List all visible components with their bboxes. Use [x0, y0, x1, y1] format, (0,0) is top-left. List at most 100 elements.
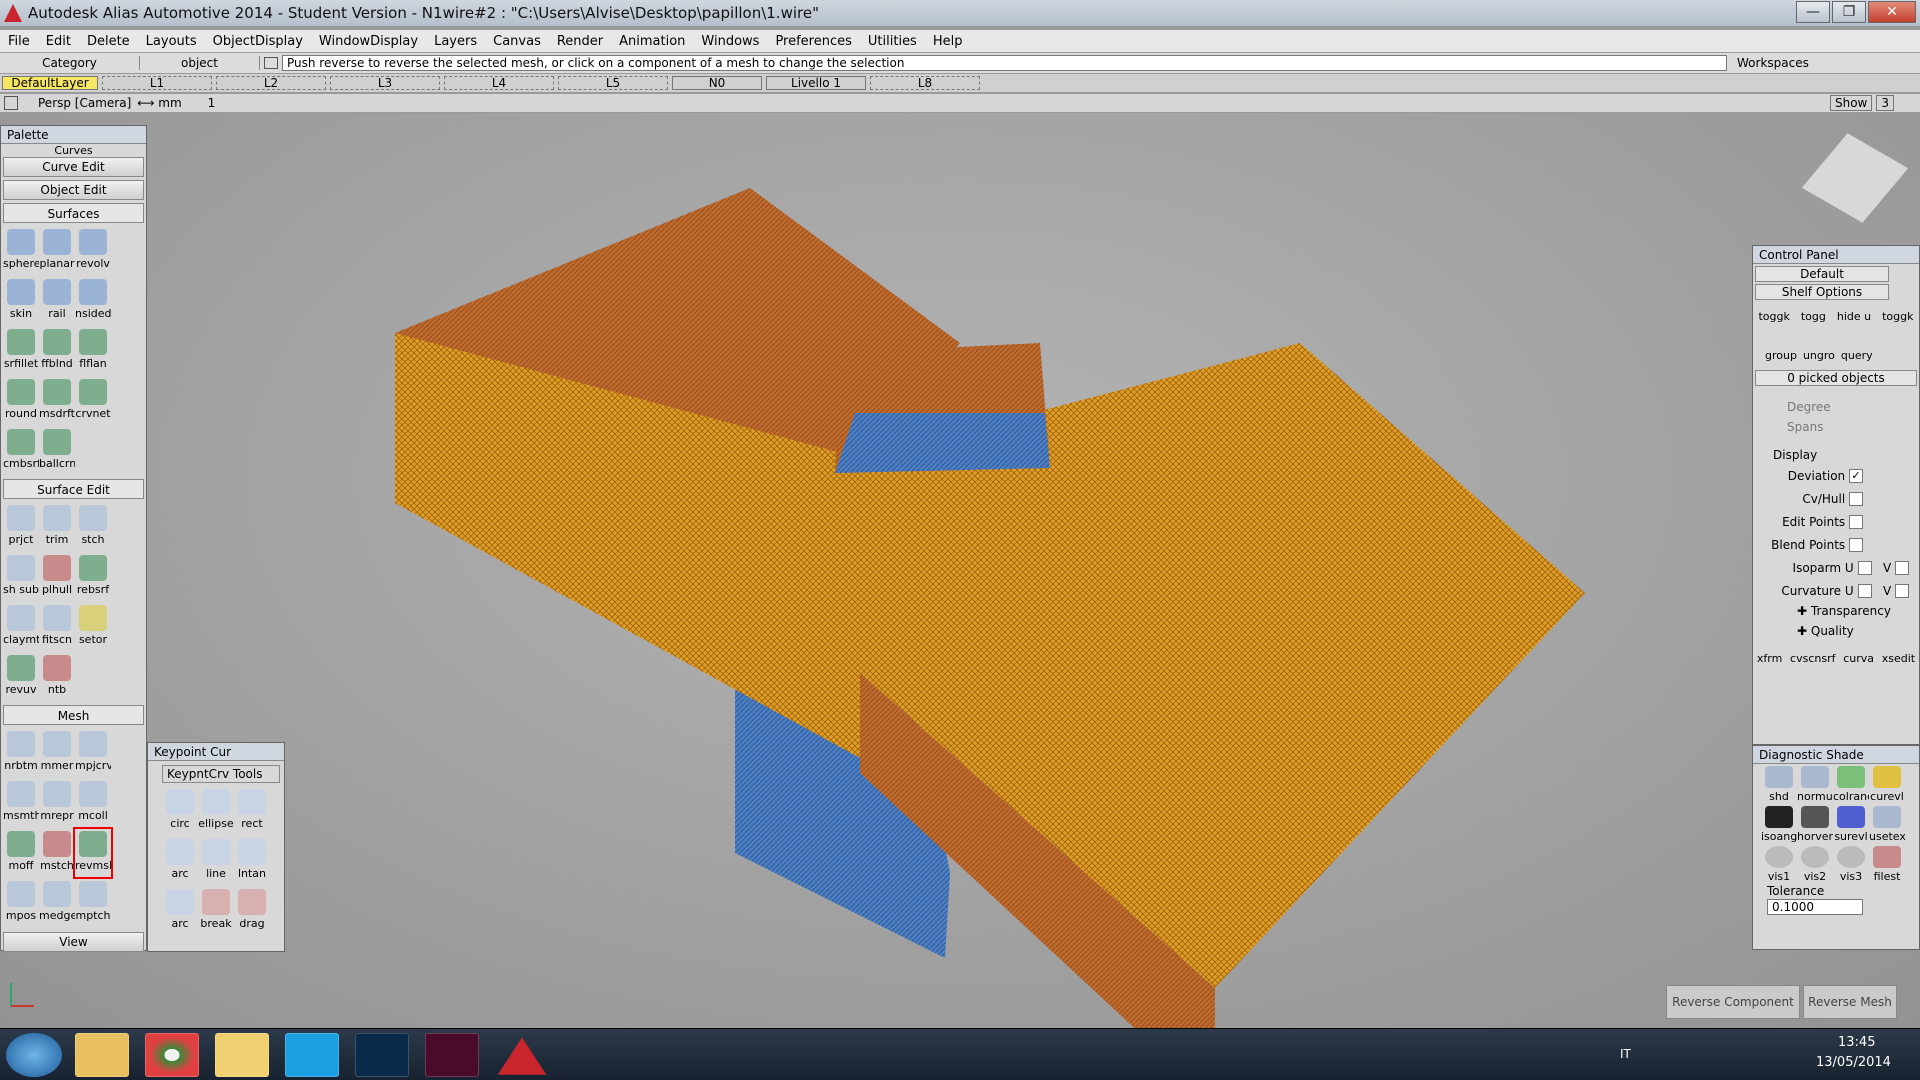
menu-objectdisplay[interactable]: ObjectDisplay — [205, 34, 311, 49]
tool-mmer[interactable]: mmer — [39, 729, 75, 777]
mesh-model[interactable] — [0, 113, 1920, 1080]
tool-surevl[interactable]: surevl — [1833, 804, 1869, 844]
tool-setor[interactable]: setor — [75, 603, 111, 651]
tool-vis3[interactable]: vis3 — [1833, 844, 1869, 884]
tool-colranc[interactable]: colranc — [1833, 764, 1869, 804]
deviation-checkbox[interactable]: ✓ — [1849, 468, 1863, 483]
workspaces-label[interactable]: Workspaces — [1737, 56, 1809, 70]
toggle-tool-2[interactable]: togg — [1801, 310, 1826, 323]
tool-nsided[interactable]: nsided — [75, 277, 111, 325]
tool-rect[interactable]: rect — [234, 787, 270, 835]
tool-skin[interactable]: skin — [3, 277, 39, 325]
tool-lntan[interactable]: lntan — [234, 837, 270, 885]
tool-curevl[interactable]: curevl — [1869, 764, 1905, 804]
layer-l8[interactable]: L8 — [870, 76, 980, 90]
layer-l1[interactable]: L1 — [102, 76, 212, 90]
folder-icon[interactable] — [215, 1033, 269, 1077]
tool-mptch[interactable]: mptch — [75, 879, 111, 927]
tool-revuv[interactable]: revuv — [3, 653, 39, 701]
view-tab[interactable]: View — [3, 932, 144, 952]
tool-arc[interactable]: arc — [162, 837, 198, 885]
xsedit-tool[interactable]: xsedit — [1882, 652, 1915, 665]
menu-layers[interactable]: Layers — [426, 34, 485, 49]
tool-sphere[interactable]: sphere — [3, 227, 39, 275]
grid-count-button[interactable]: 3 — [1876, 95, 1894, 111]
tool-prjct[interactable]: prjct — [3, 503, 39, 551]
tool-normul[interactable]: normul — [1797, 764, 1833, 804]
tool-cmbsrf[interactable]: cmbsrf — [3, 427, 39, 475]
group-tool[interactable]: group — [1765, 349, 1797, 362]
menu-layouts[interactable]: Layouts — [138, 34, 205, 49]
tool-round[interactable]: round — [3, 377, 39, 425]
language-indicator[interactable]: IT — [1620, 1047, 1631, 1061]
tool-ballcrn[interactable]: ballcrn — [39, 427, 75, 475]
mesh-section[interactable]: Mesh — [3, 705, 144, 725]
cvhull-checkbox[interactable] — [1849, 491, 1863, 506]
show-button[interactable]: Show — [1829, 95, 1873, 111]
query-tool[interactable]: query — [1841, 349, 1873, 362]
skype-icon[interactable] — [285, 1033, 339, 1077]
tool-arc-2[interactable]: arc — [162, 887, 198, 935]
layer-l3[interactable]: L3 — [330, 76, 440, 90]
menu-windows[interactable]: Windows — [693, 34, 767, 49]
tool-usetex[interactable]: usetex — [1869, 804, 1905, 844]
layer-l4[interactable]: L4 — [444, 76, 554, 90]
palette-curves[interactable]: Curves — [1, 144, 146, 154]
alias-taskbar-icon[interactable] — [497, 1037, 547, 1075]
tool-rail[interactable]: rail — [39, 277, 75, 325]
menu-canvas[interactable]: Canvas — [485, 34, 549, 49]
layer-l5[interactable]: L5 — [558, 76, 668, 90]
layer-n0[interactable]: N0 — [672, 76, 762, 90]
curvature-v-checkbox[interactable] — [1895, 583, 1909, 598]
preset-dropdown[interactable]: Default — [1755, 266, 1889, 282]
shelf-options-dropdown[interactable]: Shelf Options — [1755, 284, 1889, 300]
blendpoints-checkbox[interactable] — [1849, 537, 1863, 552]
file-explorer-icon[interactable] — [75, 1033, 129, 1077]
tool-sh-sub[interactable]: sh sub — [3, 553, 39, 601]
curva-tool[interactable]: curva — [1843, 652, 1874, 665]
menu-render[interactable]: Render — [549, 34, 611, 49]
maximize-button[interactable]: ❐ — [1832, 1, 1866, 23]
isoparm-v-checkbox[interactable] — [1895, 560, 1909, 575]
isoparm-u-checkbox[interactable] — [1857, 560, 1872, 575]
default-layer[interactable]: DefaultLayer — [2, 76, 98, 90]
tool-planar[interactable]: planar — [39, 227, 75, 275]
layer-livello-1[interactable]: Livello 1 — [766, 76, 866, 90]
tool-msmth[interactable]: msmth — [3, 779, 39, 827]
tool-stch[interactable]: stch — [75, 503, 111, 551]
picked-objects[interactable]: 0 picked objects — [1755, 370, 1917, 386]
layer-l2[interactable]: L2 — [216, 76, 326, 90]
tool-plhull[interactable]: plhull — [39, 553, 75, 601]
tool-revmsh[interactable]: revmsh — [73, 827, 113, 879]
tool-drag[interactable]: drag — [234, 887, 270, 935]
menu-file[interactable]: File — [0, 34, 38, 49]
chrome-icon[interactable] — [145, 1033, 199, 1077]
tool-ntb[interactable]: ntb — [39, 653, 75, 701]
tool-horver[interactable]: horver — [1797, 804, 1833, 844]
transparency-section[interactable]: ✚ Transparency — [1797, 604, 1919, 618]
keypoint-tab[interactable]: KeypntCrv Tools — [162, 765, 280, 783]
surface-edit-section[interactable]: Surface Edit — [3, 479, 144, 499]
view-close-icon[interactable] — [4, 96, 18, 110]
tool-vis1[interactable]: vis1 — [1761, 844, 1797, 884]
tolerance-input[interactable]: 0.1000 — [1767, 899, 1863, 915]
menu-preferences[interactable]: Preferences — [767, 34, 859, 49]
tool-mpjcrv[interactable]: mpjcrv — [75, 729, 111, 777]
tool-ellipse[interactable]: ellipse — [198, 787, 234, 835]
tool-srfillet[interactable]: srfillet — [3, 327, 39, 375]
viewport-3d[interactable] — [0, 113, 1920, 1080]
toggle-tool-1[interactable]: toggk — [1758, 310, 1789, 323]
tool-circ[interactable]: circ — [162, 787, 198, 835]
tool-mstch[interactable]: mstch — [39, 829, 75, 877]
clock-date[interactable]: 13/05/2014 — [1816, 1055, 1891, 1070]
photoshop-icon[interactable] — [355, 1033, 409, 1077]
tool-mrepr[interactable]: mrepr — [39, 779, 75, 827]
menu-help[interactable]: Help — [925, 34, 971, 49]
tool-mcoll[interactable]: mcoll — [75, 779, 111, 827]
tool-flflan[interactable]: flflan — [75, 327, 111, 375]
tool-revolv[interactable]: revolv — [75, 227, 111, 275]
tool-medge[interactable]: medge — [39, 879, 75, 927]
menu-delete[interactable]: Delete — [79, 34, 138, 49]
minimize-button[interactable]: — — [1796, 1, 1830, 23]
cvscnsrf-tool[interactable]: cvscnsrf — [1790, 652, 1835, 665]
